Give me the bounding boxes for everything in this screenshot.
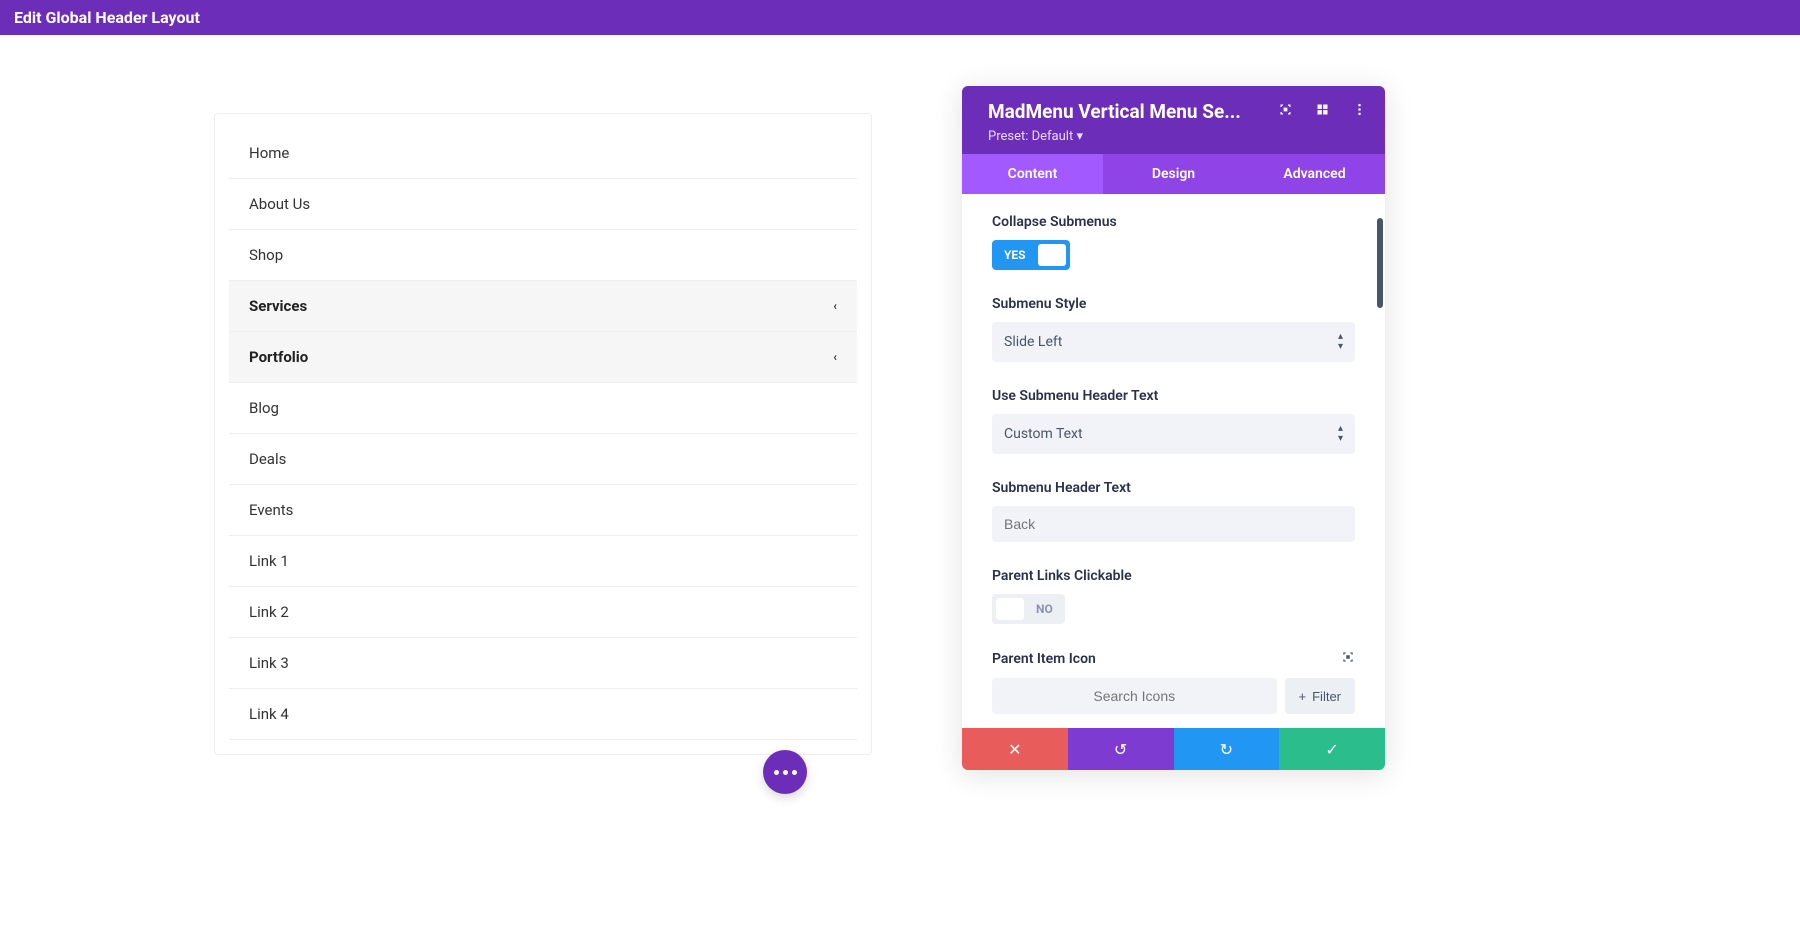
collapse-submenus-toggle[interactable]: YES <box>992 240 1070 270</box>
cancel-button[interactable]: ✕ <box>962 728 1068 770</box>
kebab-icon[interactable] <box>1352 102 1367 121</box>
icon-filter-button[interactable]: + Filter <box>1285 678 1355 714</box>
collapse-submenus-label: Collapse Submenus <box>992 214 1355 230</box>
top-bar: Edit Global Header Layout <box>0 0 1800 35</box>
chevron-left-icon: ‹ <box>833 350 837 364</box>
use-header-text-label: Use Submenu Header Text <box>992 388 1355 404</box>
menu-item[interactable]: About Us <box>229 179 857 230</box>
menu-item-label: Events <box>249 501 293 519</box>
fab-more-button[interactable] <box>763 750 807 794</box>
icon-search-input[interactable] <box>992 678 1277 714</box>
panel-title: MadMenu Vertical Menu Se... <box>988 100 1241 123</box>
parent-links-clickable-toggle[interactable]: NO <box>992 594 1065 624</box>
menu-preview: Home About Us Shop Services ‹ Portfolio ‹ Blog D… <box>214 113 872 755</box>
menu-item[interactable]: Link 1 <box>229 536 857 587</box>
menu-item-label: Link 3 <box>249 654 289 672</box>
caret-down-icon: ▾ <box>1076 129 1083 144</box>
submenu-header-text-input[interactable] <box>992 506 1355 542</box>
settings-panel: MadMenu Vertical Menu Se... Preset: Defa… <box>962 86 1385 770</box>
menu-item-label: Portfolio <box>249 348 308 366</box>
menu-item-label: Services <box>249 297 307 315</box>
menu-item-label: Shop <box>249 246 283 264</box>
menu-item-label: Link 4 <box>249 705 289 723</box>
tab-advanced[interactable]: Advanced <box>1244 154 1385 194</box>
tab-content[interactable]: Content <box>962 154 1103 194</box>
menu-item-label: Blog <box>249 399 279 417</box>
panel-body: Collapse Submenus YES Submenu Style Slid… <box>962 194 1385 728</box>
submenu-header-text-label: Submenu Header Text <box>992 480 1355 496</box>
menu-item[interactable]: Services ‹ <box>229 281 857 332</box>
panel-preset[interactable]: Preset: Default ▾ <box>988 129 1367 144</box>
menu-item[interactable]: Home <box>229 128 857 179</box>
menu-item-label: Link 1 <box>249 552 289 570</box>
menu-item[interactable]: Portfolio ‹ <box>229 332 857 383</box>
menu-item[interactable]: Events <box>229 485 857 536</box>
menu-item[interactable]: Deals <box>229 434 857 485</box>
menu-item-label: Link 2 <box>249 603 289 621</box>
menu-item[interactable]: Link 4 <box>229 689 857 740</box>
target-icon[interactable] <box>1278 102 1293 121</box>
save-button[interactable]: ✓ <box>1279 728 1385 770</box>
undo-icon: ↺ <box>1114 740 1127 759</box>
select-caret-icon: ▴▾ <box>1338 332 1343 352</box>
plus-icon: + <box>1299 689 1307 704</box>
panel-footer: ✕ ↺ ↻ ✓ <box>962 728 1385 770</box>
menu-item[interactable]: Link 2 <box>229 587 857 638</box>
parent-item-icon-label: Parent Item Icon <box>992 650 1355 668</box>
redo-icon: ↻ <box>1220 740 1233 759</box>
select-caret-icon: ▴▾ <box>1338 424 1343 444</box>
target-icon[interactable] <box>1341 650 1355 668</box>
menu-item[interactable]: Blog <box>229 383 857 434</box>
chevron-left-icon: ‹ <box>833 299 837 313</box>
grid-icon[interactable] <box>1315 102 1330 121</box>
use-header-text-select[interactable]: Custom Text ▴▾ <box>992 414 1355 454</box>
menu-item[interactable]: Link 3 <box>229 638 857 689</box>
menu-item-label: About Us <box>249 195 310 213</box>
panel-header: MadMenu Vertical Menu Se... Preset: Defa… <box>962 86 1385 154</box>
parent-links-clickable-label: Parent Links Clickable <box>992 568 1355 584</box>
submenu-style-select[interactable]: Slide Left ▴▾ <box>992 322 1355 362</box>
menu-item[interactable]: Shop <box>229 230 857 281</box>
menu-item-label: Home <box>249 144 289 162</box>
scrollbar[interactable] <box>1377 218 1383 308</box>
undo-button[interactable]: ↺ <box>1068 728 1174 770</box>
check-icon: ✓ <box>1325 740 1338 759</box>
close-icon: ✕ <box>1008 740 1021 759</box>
panel-tabs: Content Design Advanced <box>962 154 1385 194</box>
menu-item-label: Deals <box>249 450 286 468</box>
top-bar-title: Edit Global Header Layout <box>14 8 200 27</box>
tab-design[interactable]: Design <box>1103 154 1244 194</box>
submenu-style-label: Submenu Style <box>992 296 1355 312</box>
redo-button[interactable]: ↻ <box>1174 728 1280 770</box>
